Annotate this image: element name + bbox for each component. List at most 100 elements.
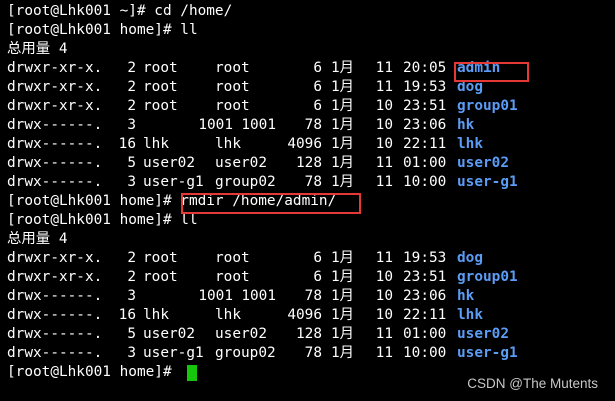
group: root [215, 250, 250, 266]
time: 23:51 [403, 269, 447, 285]
owner: user02 [143, 155, 195, 171]
size: 4096 [287, 136, 322, 152]
day: 10 [375, 307, 393, 323]
owner: lhk [143, 136, 169, 152]
listing-row: drwx------. 16 lhk lhk 4096 1月 10 22:11 lhk [0, 306, 615, 325]
group: root [215, 98, 250, 114]
day: 11 [375, 174, 393, 190]
permissions: drwx------. [7, 345, 103, 361]
listing-row: drwx------. 3 user-g1 group02 78 1月 11 10:00 use… [0, 344, 615, 363]
permissions: drwxr-xr-x. [7, 98, 103, 114]
month: 1月 [331, 250, 355, 266]
listing-row: drwx------. 5 user02 user02 128 1月 11 01:00 user… [0, 325, 615, 344]
terminal-line: 总用量 4 [0, 40, 615, 59]
month: 1月 [331, 288, 355, 304]
group: root [215, 60, 250, 76]
size: 6 [313, 79, 322, 95]
prompt-command: [root@Lhk001 ~]# cd /home/ [7, 3, 233, 19]
listing-row: drwx------. 5 user02 user02 128 1月 11 01:00 user… [0, 154, 615, 173]
terminal-line: [root@Lhk001 home]# rmdir /home/admin/ [0, 192, 615, 211]
listing-row: drwxr-xr-x. 2 root root 6 1月 10 23:51 group01 [0, 268, 615, 287]
time: 10:00 [403, 345, 447, 361]
directory-name: admin [457, 60, 501, 76]
directory-name: user-g1 [457, 174, 518, 190]
owner: root [143, 60, 178, 76]
size: 78 [304, 117, 322, 133]
time: 22:11 [403, 307, 447, 323]
time: 01:00 [403, 326, 447, 342]
group: root [215, 269, 250, 285]
month: 1月 [331, 136, 355, 152]
link-count: 2 [127, 60, 136, 76]
group: user02 [215, 155, 267, 171]
listing-row: drwx------. 3 1001 1001 78 1月 10 23:06 hk [0, 116, 615, 135]
day: 10 [375, 117, 393, 133]
day: 10 [375, 288, 393, 304]
total-line: 总用量 4 [7, 231, 68, 247]
permissions: drwx------. [7, 117, 103, 133]
directory-name: dog [457, 250, 483, 266]
owner: user-g1 [143, 174, 204, 190]
link-count: 3 [127, 345, 136, 361]
size: 78 [304, 288, 322, 304]
time: 10:00 [403, 174, 447, 190]
terminal-line: [root@Lhk001 ~]# cd /home/ [0, 2, 615, 21]
month: 1月 [331, 98, 355, 114]
month: 1月 [331, 155, 355, 171]
link-count: 2 [127, 98, 136, 114]
link-count: 2 [127, 269, 136, 285]
month: 1月 [331, 60, 355, 76]
terminal-line: 总用量 4 [0, 230, 615, 249]
listing-row: drwxr-xr-x. 2 root root 6 1月 11 19:53 dog [0, 249, 615, 268]
group: group02 [215, 174, 276, 190]
link-count: 3 [127, 288, 136, 304]
group: 1001 [241, 117, 276, 133]
permissions: drwx------. [7, 288, 103, 304]
month: 1月 [331, 117, 355, 133]
link-count: 5 [127, 155, 136, 171]
prompt: [root@Lhk001 home]# [7, 364, 181, 380]
directory-name: hk [457, 288, 475, 304]
owner: user-g1 [143, 345, 204, 361]
group: group02 [215, 345, 276, 361]
owner: root [143, 269, 178, 285]
link-count: 16 [118, 136, 136, 152]
group: 1001 [241, 288, 276, 304]
listing-row: drwx------. 3 user-g1 group02 78 1月 11 10:00 use… [0, 173, 615, 192]
owner: root [143, 98, 178, 114]
terminal-line: [root@Lhk001 home]# ll [0, 21, 615, 40]
size: 6 [313, 98, 322, 114]
directory-listing: drwxr-xr-x. 2 root root 6 1月 11 20:05 admin drwxr… [0, 59, 615, 192]
month: 1月 [331, 326, 355, 342]
size: 78 [304, 345, 322, 361]
group: user02 [215, 326, 267, 342]
month: 1月 [331, 174, 355, 190]
directory-name: user02 [457, 326, 509, 342]
link-count: 2 [127, 79, 136, 95]
prompt: [root@Lhk001 home]# rmdir /home/admin/ [7, 192, 336, 211]
size: 6 [313, 250, 322, 266]
link-count: 2 [127, 250, 136, 266]
directory-name: dog [457, 79, 483, 95]
terminal-line: [root@Lhk001 home]# ll [0, 211, 615, 230]
link-count: 3 [127, 174, 136, 190]
time: 23:06 [403, 117, 447, 133]
directory-name: hk [457, 117, 475, 133]
permissions: drwx------. [7, 326, 103, 342]
size: 128 [296, 155, 322, 171]
terminal-cursor [187, 365, 197, 381]
owner: root [143, 250, 178, 266]
permissions: drwxr-xr-x. [7, 250, 103, 266]
time: 22:11 [403, 136, 447, 152]
day: 11 [375, 345, 393, 361]
terminal-window[interactable]: [root@Lhk001 ~]# cd /home/ [root@Lhk001 … [0, 0, 615, 401]
watermark: CSDN @The Mutents [467, 376, 598, 391]
listing-row: drwxr-xr-x. 2 root root 6 1月 11 19:53 dog [0, 78, 615, 97]
directory-listing: drwxr-xr-x. 2 root root 6 1月 11 19:53 dog drwxr-x… [0, 249, 615, 363]
owner: lhk [143, 307, 169, 323]
month: 1月 [331, 307, 355, 323]
permissions: drwx------. [7, 155, 103, 171]
size: 4096 [287, 307, 322, 323]
listing-row: drwxr-xr-x. 2 root root 6 1月 10 23:51 group01 [0, 97, 615, 116]
permissions: drwx------. [7, 136, 103, 152]
